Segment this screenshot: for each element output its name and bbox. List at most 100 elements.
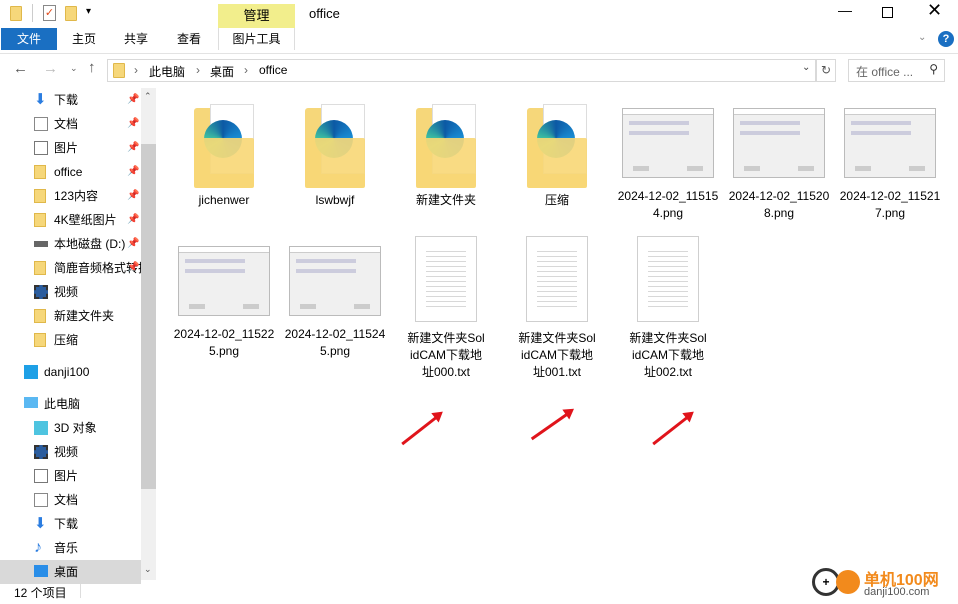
sidebar-item-label: danji100 xyxy=(44,365,90,379)
sidebar-item-danji100[interactable]: danji100 xyxy=(0,360,141,384)
sidebar-item-此电脑[interactable]: 此电脑 xyxy=(0,392,141,416)
file-item-folder[interactable]: 新建文件夹 xyxy=(392,98,500,211)
sidebar-item-图片[interactable]: 图片 xyxy=(0,464,141,488)
file-item-image[interactable]: 2024-12-02_115154.png xyxy=(614,98,722,224)
file-name: 新建文件夹SolidCAM下载地址001.txt xyxy=(518,331,596,379)
new-folder-icon[interactable] xyxy=(65,6,77,24)
folder-icon xyxy=(34,261,46,275)
scrollbar-thumb[interactable] xyxy=(141,144,156,489)
item-count: 12 个项目 xyxy=(14,586,67,600)
sidebar-scrollbar[interactable]: ⌃ ⌄ xyxy=(141,88,156,580)
breadcrumb-desktop[interactable]: 桌面 xyxy=(210,63,234,80)
breadcrumb-office[interactable]: office xyxy=(259,63,287,77)
file-item-text[interactable]: 新建文件夹SolidCAM下载地址001.txt xyxy=(503,236,611,383)
sidebar-item-123内容[interactable]: 123内容 📌 xyxy=(0,184,141,208)
sidebar-item-视频[interactable]: 视频 xyxy=(0,440,141,464)
context-tab-manage[interactable]: 管理 xyxy=(218,4,295,28)
breadcrumb-this-pc[interactable]: 此电脑 xyxy=(149,63,185,80)
sidebar-item-视频[interactable]: 视频 xyxy=(0,280,141,304)
sidebar-item-label: 文档 xyxy=(54,117,79,131)
sidebar-item-下载[interactable]: ⬇ 下载 xyxy=(0,512,141,536)
pin-icon[interactable]: 📌 xyxy=(127,256,139,280)
file-item-folder[interactable]: 压缩 xyxy=(503,98,611,211)
video-icon xyxy=(34,285,48,299)
refresh-button[interactable]: ↻ xyxy=(816,59,836,82)
close-button[interactable]: ✕ xyxy=(927,0,942,21)
pin-icon[interactable]: 📌 xyxy=(127,160,139,184)
file-item-image[interactable]: 2024-12-02_115245.png xyxy=(281,236,389,362)
sidebar-item-label: office xyxy=(54,165,83,179)
sidebar-item-label: 123内容 xyxy=(54,189,99,203)
sidebar-item-文档[interactable]: 文档 xyxy=(0,488,141,512)
drive-icon xyxy=(34,241,48,247)
pin-icon[interactable]: 📌 xyxy=(127,112,139,136)
video-icon xyxy=(34,445,48,459)
pin-icon[interactable]: 📌 xyxy=(127,136,139,160)
file-name: jichenwer xyxy=(198,193,250,207)
tab-home[interactable]: 主页 xyxy=(60,28,108,50)
folder-edge-icon xyxy=(184,98,264,190)
tab-file[interactable]: 文件 xyxy=(1,28,57,50)
folder-icon xyxy=(34,189,46,203)
scroll-down-icon[interactable]: ⌄ xyxy=(144,564,152,575)
recent-locations-icon[interactable]: ⌄ xyxy=(70,63,78,74)
file-item-folder[interactable]: lswbwjf xyxy=(281,98,389,211)
sidebar-item-4K壁纸图片[interactable]: 4K壁纸图片 📌 xyxy=(0,208,141,232)
sidebar-item-简鹿音频格式转换[interactable]: 简鹿音频格式转换 📌 xyxy=(0,256,141,280)
sidebar-item-office[interactable]: office 📌 xyxy=(0,160,141,184)
pin-icon[interactable]: 📌 xyxy=(127,88,139,112)
tab-view[interactable]: 查看 xyxy=(165,28,213,50)
pin-icon[interactable]: 📌 xyxy=(127,208,139,232)
quick-access-folder-icon[interactable] xyxy=(10,6,22,24)
file-name: 2024-12-02_115208.png xyxy=(728,189,830,220)
sidebar-item-下载[interactable]: ⬇ 下载 📌 xyxy=(0,88,141,112)
forward-button[interactable]: → xyxy=(43,60,58,77)
file-item-image[interactable]: 2024-12-02_115225.png xyxy=(170,236,278,362)
tab-share[interactable]: 共享 xyxy=(112,28,160,50)
file-item-text[interactable]: 新建文件夹SolidCAM下载地址000.txt xyxy=(392,236,500,383)
sidebar-item-label: 视频 xyxy=(54,445,79,459)
scroll-up-icon[interactable]: ⌃ xyxy=(144,91,152,102)
sidebar-item-3D对象[interactable]: 3D 对象 xyxy=(0,416,141,440)
file-item-text[interactable]: 新建文件夹SolidCAM下载地址002.txt xyxy=(614,236,722,383)
maximize-button[interactable] xyxy=(882,7,893,18)
text-file-icon xyxy=(517,236,597,328)
up-button[interactable]: ↑ xyxy=(88,59,96,76)
sidebar-item-本地磁盘(D:)[interactable]: 本地磁盘 (D:) 📌 xyxy=(0,232,141,256)
search-input[interactable]: 在 office ... ⚲ xyxy=(848,59,945,82)
expand-ribbon-icon[interactable]: ⌄ xyxy=(918,32,926,43)
sidebar-item-新建文件夹[interactable]: 新建文件夹 xyxy=(0,304,141,328)
sidebar-item-label: 桌面 xyxy=(54,565,79,579)
pin-icon[interactable]: 📌 xyxy=(127,232,139,256)
image-thumbnail xyxy=(844,108,936,178)
sidebar-item-文档[interactable]: 文档 📌 xyxy=(0,112,141,136)
file-name: 2024-12-02_115217.png xyxy=(839,189,941,220)
file-name: 2024-12-02_115245.png xyxy=(284,327,386,358)
folder-icon xyxy=(34,309,46,323)
back-button[interactable]: ← xyxy=(13,60,28,77)
address-dropdown-icon[interactable]: ⌄ xyxy=(802,62,810,73)
file-item-image[interactable]: 2024-12-02_115217.png xyxy=(836,98,944,224)
sidebar-item-压缩[interactable]: 压缩 xyxy=(0,328,141,352)
address-bar[interactable]: › 此电脑 › 桌面 › office ⌄ xyxy=(107,59,816,82)
file-name: 2024-12-02_115225.png xyxy=(173,327,275,358)
sidebar-item-label: 音乐 xyxy=(54,541,79,555)
search-icon: ⚲ xyxy=(929,62,938,76)
tab-picture-tools[interactable]: 图片工具 xyxy=(218,28,295,50)
file-item-image[interactable]: 2024-12-02_115208.png xyxy=(725,98,833,224)
sidebar-item-图片[interactable]: 图片 📌 xyxy=(0,136,141,160)
3d-objects-icon xyxy=(34,421,48,435)
help-icon[interactable]: ? xyxy=(938,31,954,47)
file-item-folder[interactable]: jichenwer xyxy=(170,98,278,211)
pictures-icon xyxy=(34,469,48,483)
sidebar-item-音乐[interactable]: ♪ 音乐 xyxy=(0,536,141,560)
folder-icon xyxy=(113,63,125,78)
pin-icon[interactable]: 📌 xyxy=(127,184,139,208)
image-thumbnail xyxy=(178,246,270,316)
customize-toolbar-icon[interactable]: ▾ xyxy=(86,6,91,17)
minimize-button[interactable]: — xyxy=(838,2,852,18)
sidebar-item-label: 4K壁纸图片 xyxy=(54,213,117,227)
watermark-logo: + 单机100网 danji100.com xyxy=(812,564,958,604)
properties-icon[interactable]: ✓ xyxy=(43,5,56,21)
sidebar-item-桌面[interactable]: 桌面 xyxy=(0,560,141,584)
